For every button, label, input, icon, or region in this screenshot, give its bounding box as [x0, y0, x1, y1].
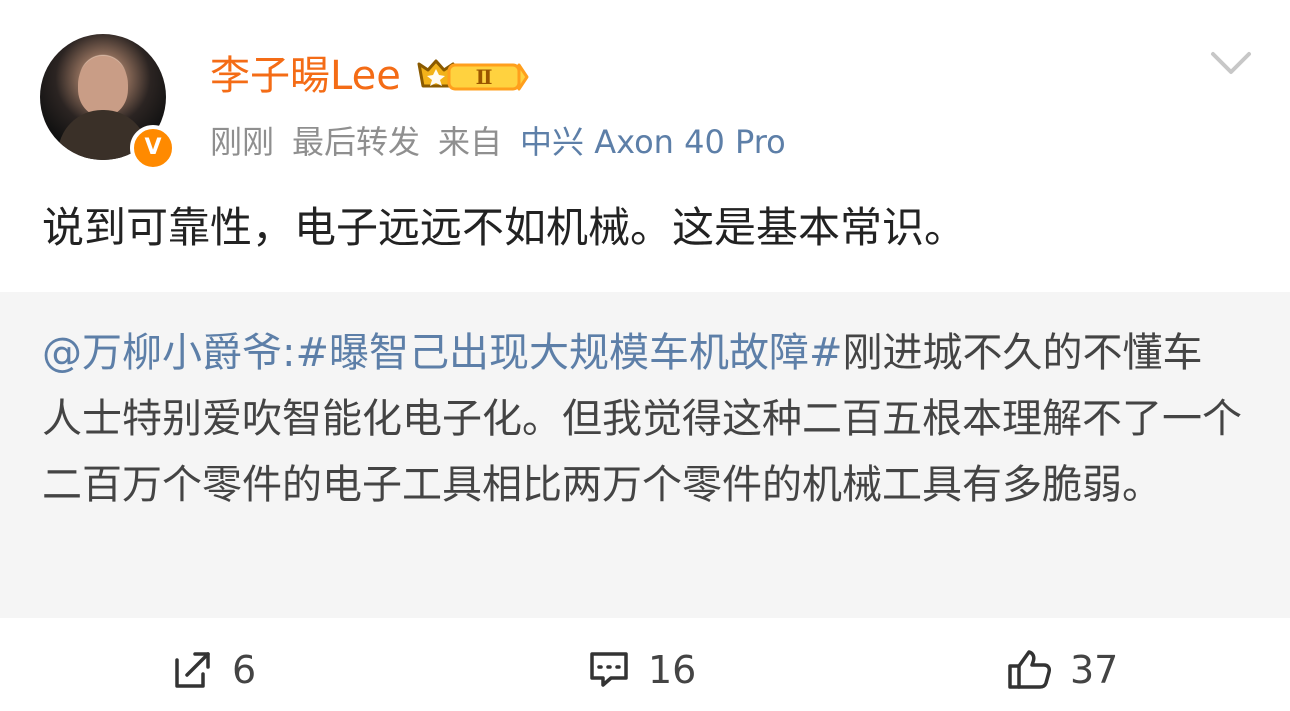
author-name[interactable]: 李子暘Lee: [210, 52, 401, 100]
chevron-down-icon[interactable]: [1206, 45, 1256, 80]
comment-count: 16: [648, 648, 697, 692]
comment-icon: [590, 652, 628, 687]
hashtag-link[interactable]: #曝智己出现大规模车机故障#: [295, 330, 842, 376]
comment-button[interactable]: 16: [586, 636, 696, 704]
svg-text:Ⅱ: Ⅱ: [475, 65, 492, 89]
source-prefix: 来自: [438, 123, 503, 161]
post-text: 说到可靠性，电子远远不如机械。这是基本常识。: [42, 203, 967, 252]
crown-icon: Ⅱ: [417, 59, 529, 91]
author-name-row: 李子暘Lee Ⅱ: [210, 52, 529, 100]
repost-icon: [175, 652, 210, 688]
repost-button[interactable]: 6: [170, 636, 256, 704]
post-meta: 刚刚 最后转发 来自 中兴 Axon 40 Pro: [210, 118, 786, 162]
post-time: 刚刚: [210, 123, 275, 161]
source-device[interactable]: 中兴 Axon 40 Pro: [520, 117, 786, 163]
quoted-text-container: @万柳小爵爷:#曝智己出现大规模车机故障#刚进城不久的不懂车人士特别爱吹智能化电…: [42, 320, 1242, 518]
thumbs-up-icon: [1008, 650, 1051, 689]
post-action: 最后转发: [292, 123, 421, 161]
post-actions: 6 16 37: [0, 636, 1290, 704]
like-button[interactable]: 37: [1004, 636, 1118, 704]
quoted-post[interactable]: @万柳小爵爷:#曝智己出现大规模车机故障#刚进城不久的不懂车人士特别爱吹智能化电…: [0, 292, 1290, 618]
repost-count: 6: [232, 648, 257, 692]
weibo-post: V 李子暘Lee Ⅱ 刚刚 最后转发 来自 中兴 Axon 40 Pro 说到可靠…: [0, 0, 1290, 711]
mention-link[interactable]: @万柳小爵爷:: [42, 330, 295, 376]
verified-badge: V: [130, 125, 176, 171]
like-count: 37: [1070, 648, 1119, 692]
level-badge: Ⅱ: [415, 56, 529, 96]
author-avatar-wrap[interactable]: V: [40, 34, 176, 171]
